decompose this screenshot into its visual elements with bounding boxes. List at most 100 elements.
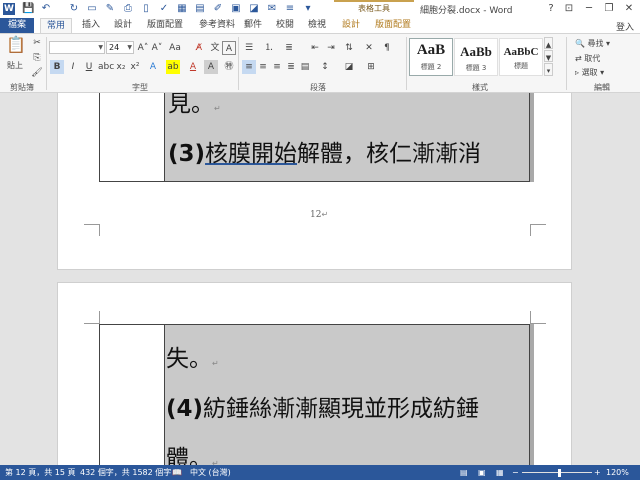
sign-in-link[interactable]: 登入	[616, 20, 634, 33]
highlight-icon[interactable]: ab	[166, 60, 180, 74]
align-right-icon[interactable]: ≡	[270, 60, 284, 74]
tab-table-layout[interactable]: 版面配置	[370, 18, 416, 33]
clear-format-icon[interactable]: A̸	[192, 41, 206, 55]
align-center-icon[interactable]: ≡	[256, 60, 270, 74]
print-layout-icon[interactable]: ▣	[478, 465, 486, 480]
grow-font-icon[interactable]: A˄	[136, 41, 150, 55]
tab-table-design[interactable]: 設計	[338, 18, 364, 33]
minimize-button[interactable]: ─	[578, 0, 600, 18]
underline-button[interactable]: U	[82, 60, 96, 74]
phonetic-guide-icon[interactable]: 文	[208, 41, 222, 55]
style-title[interactable]: AaBbC 標題	[499, 38, 543, 76]
enclose-char-icon[interactable]: ㊕	[222, 60, 236, 74]
replace-button[interactable]: ⇄ 取代	[575, 53, 600, 64]
decrease-indent-icon[interactable]: ⇤	[308, 41, 322, 55]
shrink-font-icon[interactable]: A˅	[150, 41, 164, 55]
font-color-icon[interactable]: A	[186, 60, 200, 74]
show-marks-icon[interactable]: ¶	[380, 41, 394, 55]
email-icon[interactable]: ✉	[266, 3, 278, 15]
bold-button[interactable]: B	[50, 60, 64, 74]
tab-home[interactable]: 常用	[40, 18, 72, 33]
font-size-box[interactable]: 24 ▼	[106, 41, 134, 54]
select-button[interactable]: ▹ 選取 ▾	[575, 67, 604, 78]
zoom-level[interactable]: 120%	[606, 465, 629, 480]
table-icon[interactable]: ▦	[176, 3, 188, 15]
multilevel-list-icon[interactable]: ≣	[282, 41, 296, 55]
table-cell-left[interactable]	[99, 324, 165, 465]
borders-icon[interactable]: ⊞	[364, 60, 378, 74]
redo-icon[interactable]: ↻	[68, 3, 80, 15]
save-icon[interactable]: 💾	[22, 3, 34, 15]
read-mode-icon[interactable]: ▤	[460, 465, 468, 480]
cut-icon[interactable]: ✂	[30, 36, 44, 50]
tab-references[interactable]: 參考資料	[194, 18, 240, 33]
print-preview-icon[interactable]: ⎙	[122, 3, 134, 15]
copy-icon[interactable]: ⎘	[30, 51, 44, 65]
tab-insert[interactable]: 插入	[78, 18, 104, 33]
distributed-icon[interactable]: ▤	[298, 60, 312, 74]
text-line[interactable]: 見。↵	[168, 93, 221, 118]
tab-file[interactable]: 檔案	[0, 18, 34, 33]
styles-more-icon[interactable]: ▾	[544, 63, 553, 76]
paste-icon[interactable]: 📋	[6, 37, 26, 58]
zoom-out-icon[interactable]: −	[512, 465, 519, 480]
tab-layout[interactable]: 版面配置	[142, 18, 188, 33]
paste-label[interactable]: 貼上	[7, 60, 23, 71]
bullets-icon[interactable]: ☰	[242, 41, 256, 55]
find-button[interactable]: 🔍 尋找 ▾	[575, 38, 610, 49]
page-12[interactable]: 見。↵ (3)核膜開始解體，核仁漸漸消 12↵	[57, 93, 572, 270]
text-effects-icon[interactable]: A	[146, 60, 160, 74]
change-case-icon[interactable]: Aa	[168, 41, 182, 55]
tab-design[interactable]: 設計	[110, 18, 136, 33]
word-app-icon[interactable]: W	[3, 3, 15, 15]
tab-view[interactable]: 檢視	[304, 18, 330, 33]
zoom-slider[interactable]	[522, 472, 592, 473]
styles-scroll-down-icon[interactable]: ▼	[544, 50, 553, 62]
italic-button[interactable]: I	[66, 60, 80, 74]
increase-indent-icon[interactable]: ⇥	[324, 41, 338, 55]
numbering-icon[interactable]: ≡	[284, 3, 296, 15]
asian-layout-icon[interactable]: ✕	[362, 41, 376, 55]
table-cell-left[interactable]	[99, 93, 165, 182]
numbering-list-icon[interactable]: ⒈	[262, 41, 276, 55]
page-count-status[interactable]: 第 12 頁，共 15 頁	[5, 465, 76, 480]
word-count-status[interactable]: 432 個字，共 1582 個字	[80, 465, 171, 480]
text-line[interactable]: 失。↵	[166, 339, 219, 373]
tab-review[interactable]: 校閱	[272, 18, 298, 33]
tab-mailings[interactable]: 郵件	[240, 18, 266, 33]
justify-icon[interactable]: ≣	[284, 60, 298, 74]
font-name-box[interactable]: ▼	[49, 41, 105, 54]
style-heading-3[interactable]: AaBb 標題 3	[454, 38, 498, 76]
text-line[interactable]: (3)核膜開始解體，核仁漸漸消	[168, 134, 481, 168]
char-border-icon[interactable]: A	[222, 41, 236, 55]
insert-table-icon[interactable]: ▤	[194, 3, 206, 15]
format-painter-icon[interactable]: ✎	[104, 3, 116, 15]
style-heading-2[interactable]: AaB 標題 2	[409, 38, 453, 76]
language-status[interactable]: 中文 (台灣)	[190, 465, 231, 480]
align-left-icon[interactable]: ≡	[242, 60, 256, 74]
sort-icon[interactable]: ⇅	[342, 41, 356, 55]
spelling-icon[interactable]: ✓	[158, 3, 170, 15]
text-line[interactable]: 體。↵	[166, 439, 219, 465]
proofing-icon[interactable]: 📖	[172, 465, 182, 480]
styles-scroll-up-icon[interactable]: ▲	[544, 37, 553, 49]
superscript-icon[interactable]: x²	[128, 60, 142, 74]
strikethrough-icon[interactable]: abc	[98, 60, 114, 74]
zoom-in-icon[interactable]: +	[594, 465, 601, 480]
zoom-slider-thumb[interactable]	[558, 469, 561, 477]
web-layout-icon[interactable]: ▦	[496, 465, 504, 480]
draw-table-icon[interactable]: ✐	[212, 3, 224, 15]
close-button[interactable]: ✕	[618, 0, 640, 18]
subscript-icon[interactable]: x₂	[114, 60, 128, 74]
restore-button[interactable]: ❐	[598, 0, 620, 18]
document-area[interactable]: 見。↵ (3)核膜開始解體，核仁漸漸消 12↵ 失。↵ (4)紡錘絲漸漸顯現並形…	[0, 93, 640, 465]
char-shading-icon[interactable]: A	[204, 60, 218, 74]
border-icon[interactable]: ▣	[230, 3, 242, 15]
format-painter-brush-icon[interactable]: 🖌	[30, 66, 44, 80]
shading-icon[interactable]: ◪	[248, 3, 260, 15]
undo-icon[interactable]: ↶	[40, 3, 52, 15]
ribbon-display-icon[interactable]: ⊡	[558, 0, 580, 18]
open-icon[interactable]: ▭	[86, 3, 98, 15]
paragraph-shading-icon[interactable]: ◪	[342, 60, 356, 74]
page-13[interactable]: 失。↵ (4)紡錘絲漸漸顯現並形成紡錘 體。↵	[57, 282, 572, 465]
